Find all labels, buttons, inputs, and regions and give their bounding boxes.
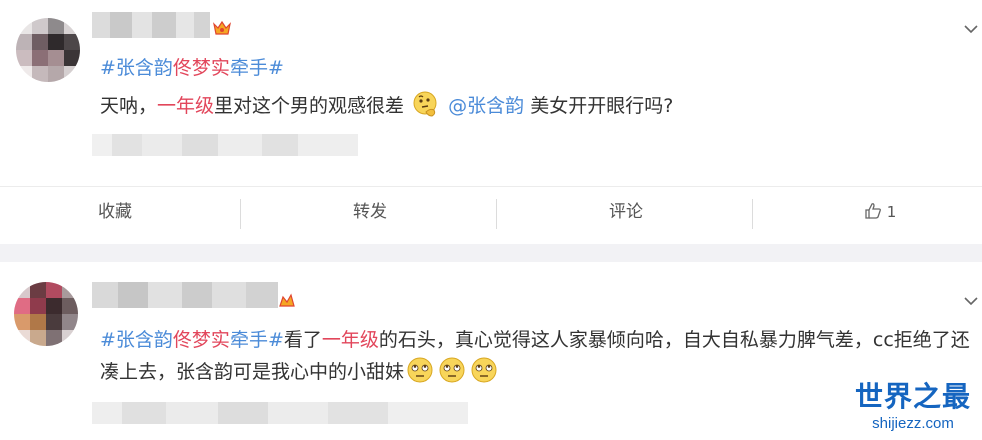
thinking-face-icon [413,91,437,117]
post-separator [0,244,982,262]
like-count: 1 [886,203,897,221]
topic-hashtag[interactable]: #张含韵佟梦实牵手# [100,57,284,79]
avatar[interactable] [14,282,78,346]
chevron-down-icon[interactable] [964,24,978,34]
weibo-post-1: #张含韵佟梦实牵手# 天呐，一年级里对这个男的观感很差 @张含韵 美女开开眼行吗… [0,0,982,244]
crown-icon [213,20,231,35]
like-button[interactable]: 1 [864,187,896,237]
favorite-button[interactable]: 收藏 [40,187,190,237]
topic-hashtag[interactable]: #张含韵佟梦实牵手# [100,329,284,351]
comment-button[interactable]: 评论 [546,187,706,237]
post-text: #张含韵佟梦实牵手#看了一年级的石头，真心觉得这人家暴倾向哈，自大自私暴力脾气差… [100,329,970,383]
post-text: #张含韵佟梦实牵手# 天呐，一年级里对这个男的观感很差 @张含韵 美女开开眼行吗… [100,57,674,117]
post-meta-blurred [92,402,468,424]
rolling-eyes-icon [439,357,465,383]
keyword-link[interactable]: 一年级 [322,329,379,351]
watermark-site: shijiezz.com [872,415,954,432]
divider [496,199,497,229]
username-blurred[interactable] [92,282,278,308]
chevron-down-icon[interactable] [964,296,978,306]
divider [240,199,241,229]
action-bar: 收藏 转发 评论 1 [0,186,982,237]
weibo-post-2: #张含韵佟梦实牵手#看了一年级的石头，真心觉得这人家暴倾向哈，自大自私暴力脾气差… [0,262,982,440]
mention-link[interactable]: @张含韵 [448,95,524,117]
avatar[interactable] [16,18,80,82]
repost-button[interactable]: 转发 [290,187,450,237]
username-blurred[interactable] [92,12,210,38]
watermark-title: 世界之最 [854,380,971,413]
rolling-eyes-icon [407,357,433,383]
divider [752,199,753,229]
post-meta-blurred [92,134,358,156]
site-watermark: 世界之最 shijiezz.com [848,380,978,434]
keyword-link[interactable]: 一年级 [157,95,214,117]
thumbs-up-icon [865,203,881,219]
crown-icon [279,293,295,307]
rolling-eyes-icon [471,357,497,383]
